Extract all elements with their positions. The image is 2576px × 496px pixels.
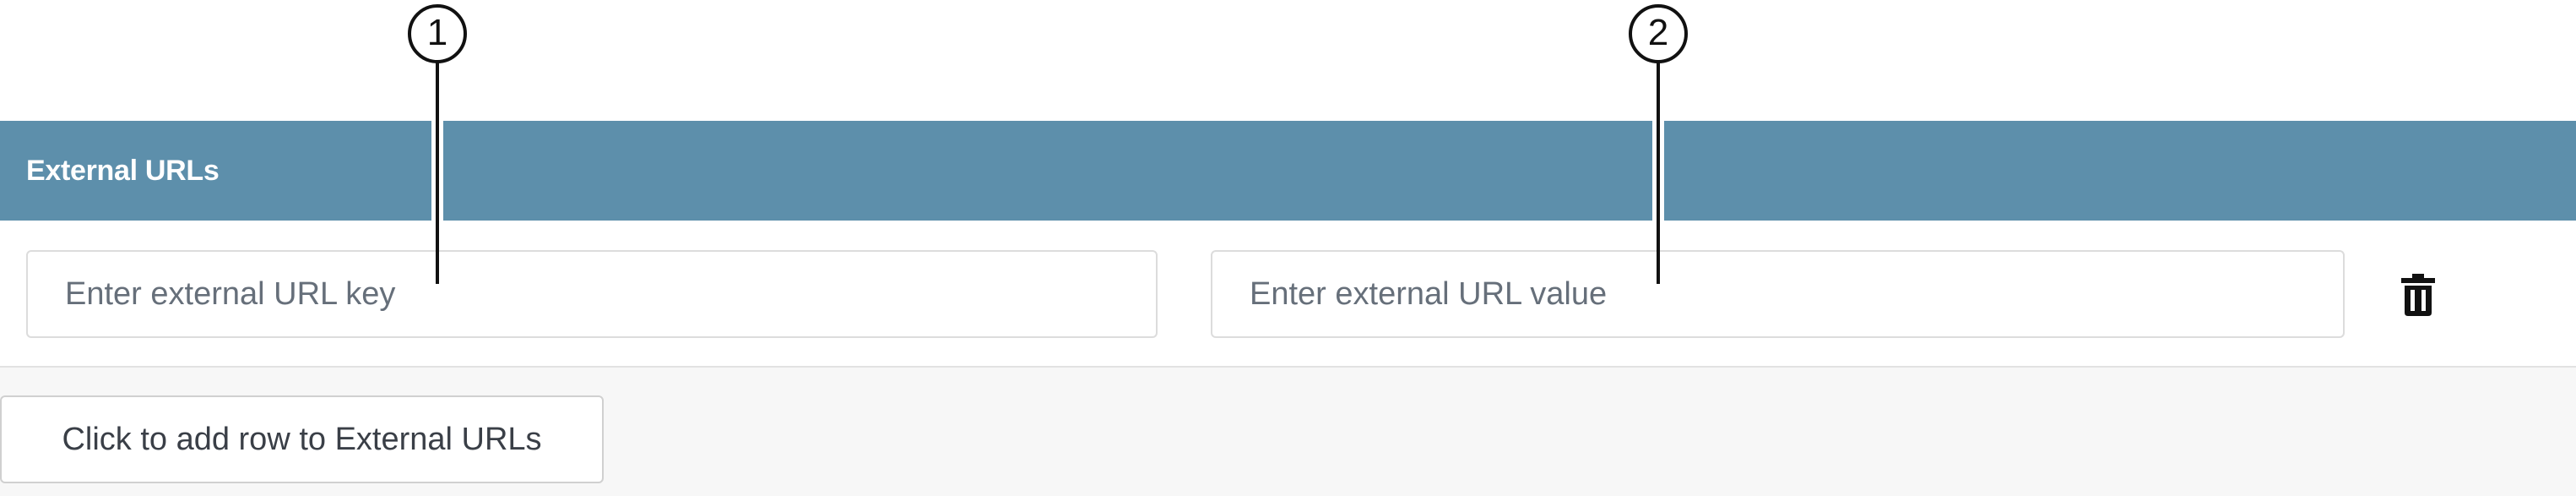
section-title: External URLs xyxy=(26,155,220,187)
callout-2-marker: 2 xyxy=(1629,4,1688,63)
add-row-button[interactable]: Click to add row to External URLs xyxy=(0,395,604,483)
external-url-row xyxy=(0,221,2576,368)
callout-1-marker: 1 xyxy=(408,4,467,63)
trash-icon xyxy=(2401,274,2435,316)
delete-row-button[interactable] xyxy=(2394,271,2442,319)
callout-1-line xyxy=(436,63,439,284)
external-url-key-input[interactable] xyxy=(26,250,1158,338)
external-url-value-input[interactable] xyxy=(1211,250,2345,338)
section-header: External URLs xyxy=(0,121,2576,221)
add-row-footer: Click to add row to External URLs xyxy=(0,368,2576,496)
callout-2-line xyxy=(1657,63,1660,284)
